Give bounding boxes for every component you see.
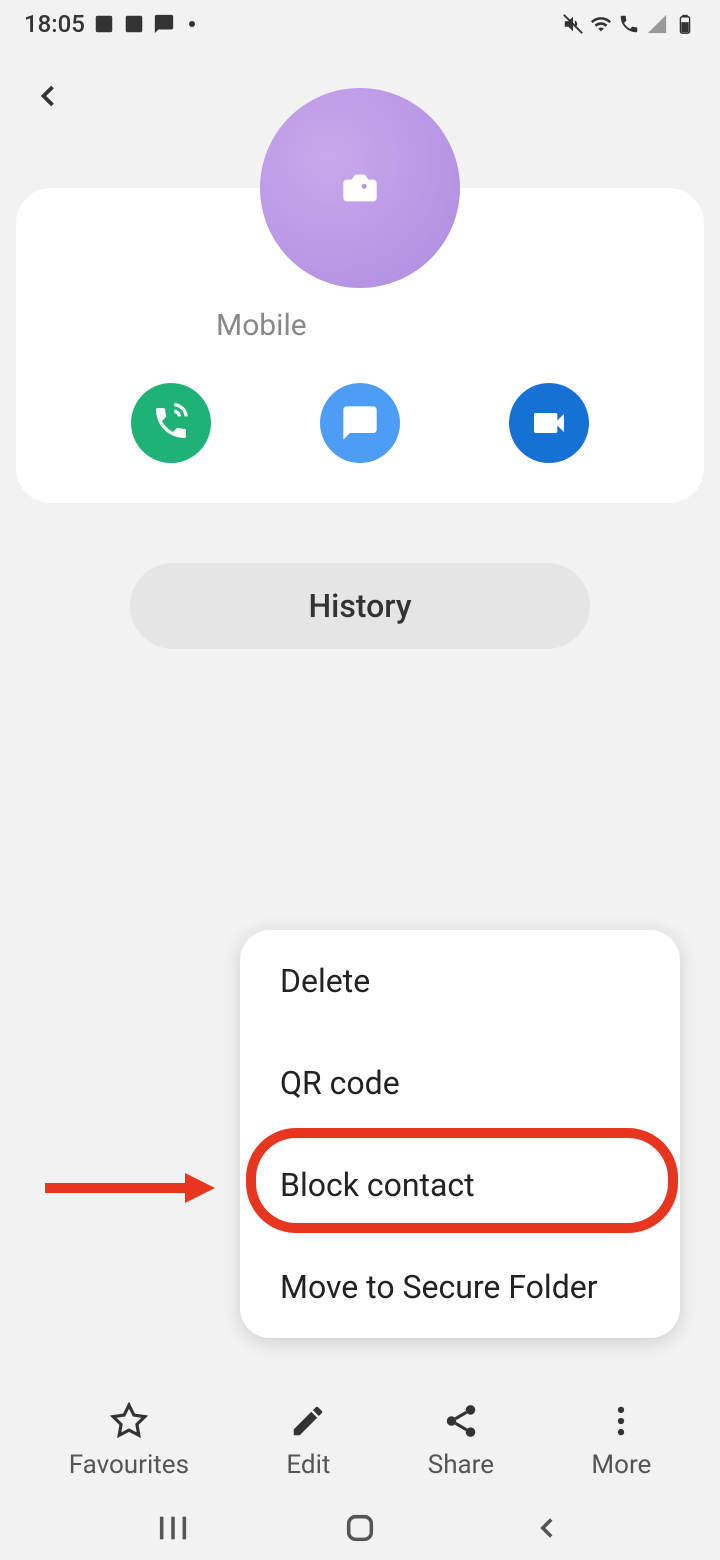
camera-icon [335, 168, 385, 208]
home-button[interactable] [340, 1508, 380, 1548]
message-button[interactable] [320, 383, 400, 463]
back-system-button[interactable] [527, 1508, 567, 1548]
nav-share[interactable]: Share [428, 1402, 494, 1480]
wifi-calling-icon [618, 13, 640, 35]
menu-delete[interactable]: Delete [240, 930, 680, 1032]
system-nav [0, 1508, 720, 1548]
message-notification-icon [153, 13, 175, 35]
nav-edit-label: Edit [286, 1450, 330, 1480]
image-icon [93, 13, 115, 35]
status-bar: 18:05 [0, 0, 720, 48]
vibrate-icon [562, 13, 584, 35]
more-dots-icon [602, 1402, 640, 1440]
share-icon [442, 1402, 480, 1440]
annotation-arrow [45, 1173, 215, 1207]
nav-favourites-label: Favourites [69, 1450, 189, 1480]
chat-icon [340, 403, 380, 443]
annotation-highlight [246, 1128, 678, 1233]
download-icon [123, 13, 145, 35]
nav-edit[interactable]: Edit [286, 1402, 330, 1480]
video-icon [529, 403, 569, 443]
recents-button[interactable] [153, 1508, 193, 1548]
dot-icon [189, 21, 195, 27]
bottom-nav: Favourites Edit Share More [0, 1402, 720, 1480]
menu-qr-code[interactable]: QR code [240, 1032, 680, 1134]
nav-favourites[interactable]: Favourites [69, 1402, 189, 1480]
signal-icon [646, 13, 668, 35]
phone-type-label: Mobile [16, 308, 704, 343]
video-button[interactable] [509, 383, 589, 463]
history-label: History [308, 587, 411, 625]
battery-icon [674, 13, 696, 35]
phone-icon [151, 403, 191, 443]
history-button[interactable]: History [130, 563, 590, 649]
nav-more-label: More [591, 1450, 651, 1480]
menu-secure-folder[interactable]: Move to Secure Folder [240, 1236, 680, 1338]
status-time: 18:05 [24, 10, 85, 38]
status-left: 18:05 [24, 10, 195, 38]
call-button[interactable] [131, 383, 211, 463]
wifi-icon [590, 13, 612, 35]
pencil-icon [289, 1402, 327, 1440]
status-right [562, 13, 696, 35]
nav-more[interactable]: More [591, 1402, 651, 1480]
action-buttons [16, 383, 704, 463]
nav-share-label: Share [428, 1450, 494, 1480]
contact-avatar[interactable] [260, 88, 460, 288]
star-icon [110, 1402, 148, 1440]
